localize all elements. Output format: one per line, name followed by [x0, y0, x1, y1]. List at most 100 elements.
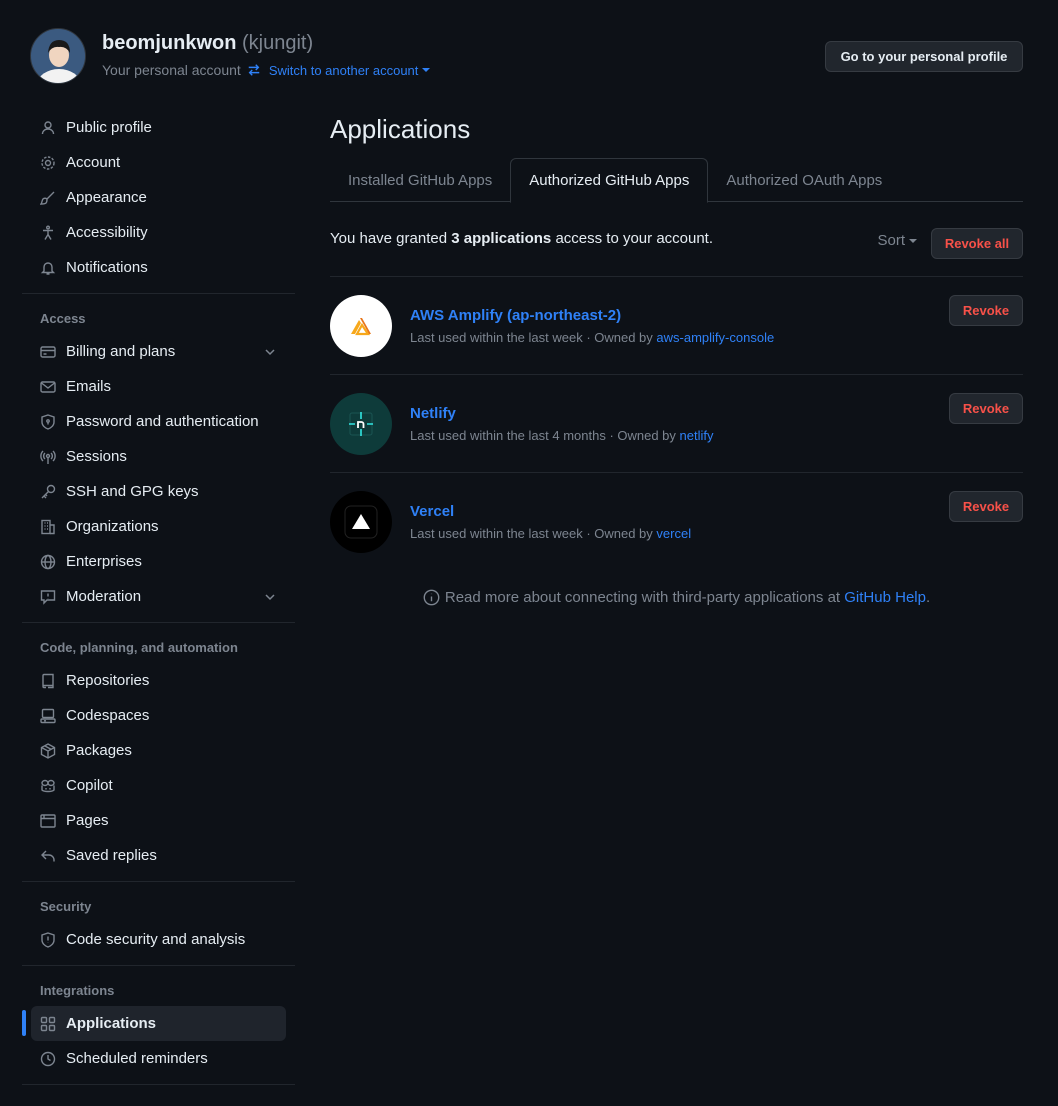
sidebar-item-appearance[interactable]: Appearance [22, 180, 286, 215]
section-heading-access: Access [40, 311, 86, 326]
sidebar-item-repositories[interactable]: Repositories [22, 663, 286, 698]
app-owner-link[interactable]: aws-amplify-console [656, 330, 774, 345]
username: beomjunkwon [102, 32, 237, 54]
sidebar-item-billing[interactable]: Billing and plans [22, 334, 286, 369]
github-help-link[interactable]: GitHub Help [844, 589, 926, 606]
app-owner-link[interactable]: vercel [656, 526, 691, 541]
divider [22, 881, 295, 882]
sidebar-item-code-security[interactable]: Code security and analysis [22, 922, 286, 957]
sidebar-item-label: Public profile [66, 119, 152, 136]
tab-installed-github-apps[interactable]: Installed GitHub Apps [330, 158, 510, 202]
account-subtitle: Your personal account Switch to another … [102, 62, 431, 78]
sidebar-item-packages[interactable]: Packages [22, 733, 286, 768]
sidebar-item-label: Codespaces [66, 707, 150, 724]
chevron-down-icon[interactable] [264, 346, 276, 358]
gear-icon [40, 155, 56, 171]
sidebar-item-label: Organizations [66, 518, 159, 535]
summary-count: 3 applications [451, 230, 552, 247]
app-meta: Last used within the last week · Owned b… [410, 526, 691, 541]
app-name[interactable]: Netlify [410, 405, 456, 422]
mail-icon [40, 379, 56, 395]
sidebar-item-label: Pages [66, 812, 109, 829]
app-usage: Last used within the last week · Owned b… [410, 330, 653, 345]
divider [22, 1084, 295, 1085]
person-icon [40, 120, 56, 136]
go-to-profile-button[interactable]: Go to your personal profile [825, 41, 1023, 72]
sidebar-item-moderation[interactable]: Moderation [22, 579, 286, 614]
sidebar-item-label: Packages [66, 742, 132, 759]
revoke-button[interactable]: Revoke [949, 393, 1023, 424]
summary-suffix: access to your account. [555, 230, 714, 247]
sidebar-item-organizations[interactable]: Organizations [22, 509, 286, 544]
summary-prefix: You have granted [330, 230, 448, 247]
app-row: AWS Amplify (ap-northeast-2) Last used w… [330, 277, 1023, 375]
switch-account-link[interactable]: Switch to another account [247, 63, 431, 78]
sidebar-item-label: Password and authentication [66, 413, 259, 430]
app-name[interactable]: Vercel [410, 503, 454, 520]
sidebar-item-label: Enterprises [66, 553, 142, 570]
page-title: Applications [330, 114, 471, 144]
app-tabs: Installed GitHub Apps Authorized GitHub … [330, 158, 1023, 203]
app-row: Netlify Last used within the last 4 mont… [330, 375, 1023, 473]
organization-icon [40, 519, 56, 535]
section-heading-security: Security [40, 899, 92, 914]
broadcast-icon [40, 449, 56, 465]
switch-account-label: Switch to another account [268, 62, 419, 78]
key-icon [40, 484, 56, 500]
sidebar-item-saved-replies[interactable]: Saved replies [22, 838, 286, 873]
netlify-logo [330, 393, 392, 455]
report-icon [40, 589, 56, 605]
sidebar-item-label: Notifications [66, 259, 148, 276]
sidebar-item-label: Scheduled reminders [66, 1050, 208, 1067]
account-name: beomjunkwon (kjungit) [102, 32, 313, 55]
app-owner-link[interactable]: netlify [680, 428, 714, 443]
sidebar-item-emails[interactable]: Emails [22, 369, 286, 404]
sidebar-item-notifications[interactable]: Notifications [22, 250, 286, 285]
tab-authorized-oauth-apps[interactable]: Authorized OAuth Apps [708, 158, 900, 202]
sidebar-item-accessibility[interactable]: Accessibility [22, 215, 286, 250]
help-note: Read more about connecting with third-pa… [330, 589, 1023, 606]
app-usage: Last used within the last week · Owned b… [410, 526, 653, 541]
section-heading-integrations: Integrations [40, 983, 115, 998]
sidebar-item-enterprises[interactable]: Enterprises [22, 544, 286, 579]
revoke-all-button[interactable]: Revoke all [931, 228, 1023, 259]
sidebar-item-applications[interactable]: Applications [22, 1006, 286, 1041]
sidebar-item-ssh-gpg[interactable]: SSH and GPG keys [22, 474, 286, 509]
repo-icon [40, 673, 56, 689]
sidebar-item-account[interactable]: Account [22, 145, 286, 180]
sidebar-item-public-profile[interactable]: Public profile [22, 110, 286, 145]
divider [22, 622, 295, 623]
app-name[interactable]: AWS Amplify (ap-northeast-2) [410, 307, 621, 324]
shield-icon [40, 931, 56, 948]
chevron-down-icon[interactable] [264, 591, 276, 603]
sidebar-item-label: Saved replies [66, 847, 157, 864]
sidebar-item-pages[interactable]: Pages [22, 803, 286, 838]
sort-label: Sort [877, 232, 905, 249]
avatar[interactable] [30, 28, 86, 84]
sidebar-item-label: Code security and analysis [66, 931, 246, 948]
account-header: beomjunkwon (kjungit) Your personal acco… [30, 28, 1023, 84]
sidebar-item-codespaces[interactable]: Codespaces [22, 698, 286, 733]
revoke-button[interactable]: Revoke [949, 491, 1023, 522]
sidebar-item-label: Appearance [66, 189, 147, 206]
help-text: Read more about connecting with third-pa… [444, 589, 841, 606]
revoke-button[interactable]: Revoke [949, 295, 1023, 326]
sidebar-item-label: Applications [66, 1015, 157, 1032]
app-usage: Last used within the last 4 months · Own… [410, 428, 676, 443]
divider [22, 293, 295, 294]
tab-authorized-github-apps[interactable]: Authorized GitHub Apps [510, 158, 709, 203]
sidebar-item-label: Sessions [66, 448, 127, 465]
apps-icon [40, 1016, 56, 1032]
shield-lock-icon [40, 413, 56, 430]
sort-dropdown[interactable]: Sort [877, 232, 917, 249]
login-handle: (kjungit) [242, 32, 314, 54]
sidebar-item-scheduled-reminders[interactable]: Scheduled reminders [22, 1041, 286, 1076]
sidebar-item-sessions[interactable]: Sessions [22, 439, 286, 474]
sidebar-item-label: Billing and plans [66, 343, 176, 360]
sidebar-item-copilot[interactable]: Copilot [22, 768, 286, 803]
help-period: . [925, 589, 931, 606]
package-icon [40, 742, 56, 759]
accessibility-icon [40, 225, 56, 241]
main-content: Applications Installed GitHub Apps Autho… [330, 110, 1023, 606]
sidebar-item-password[interactable]: Password and authentication [22, 404, 286, 439]
